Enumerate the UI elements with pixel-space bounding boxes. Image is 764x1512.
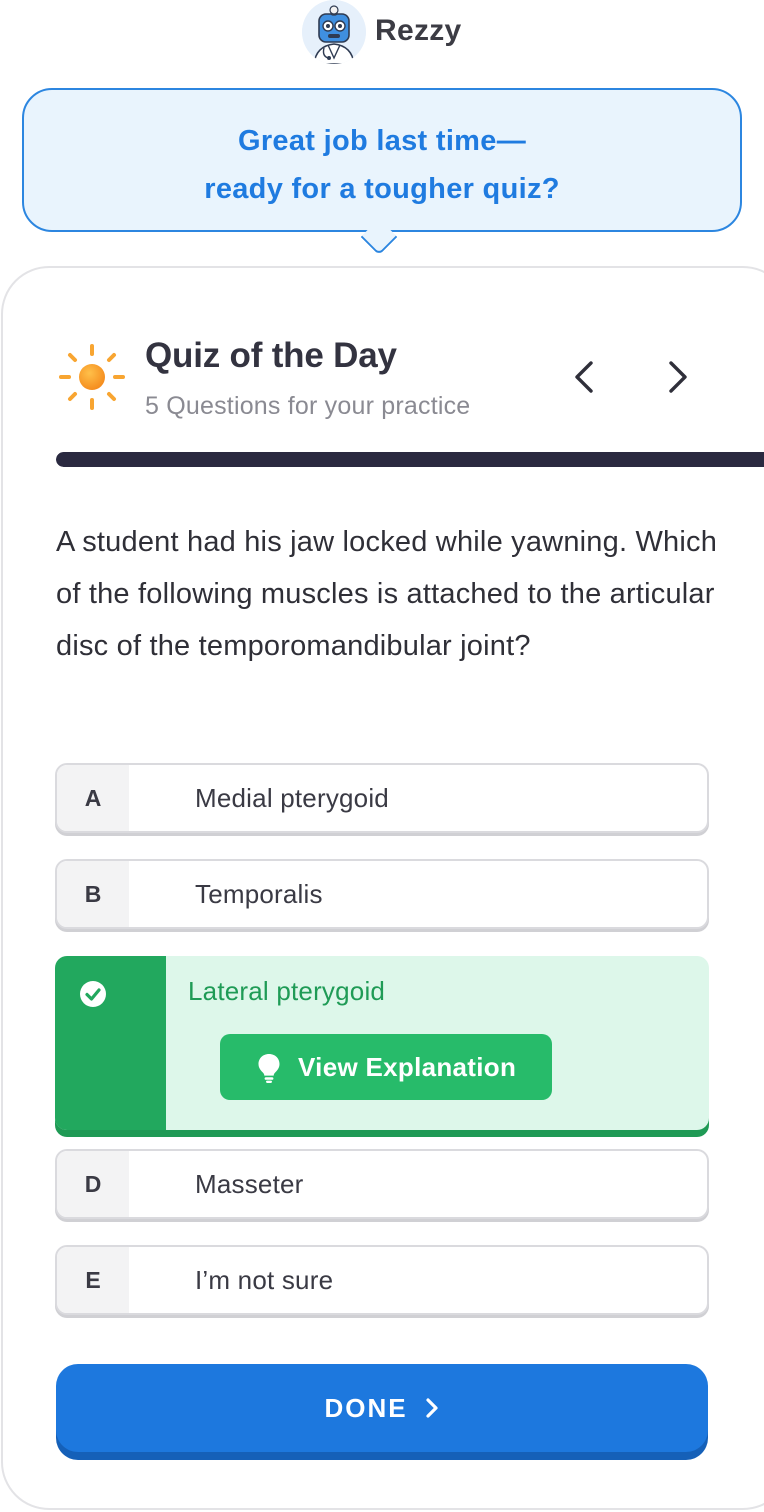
quiz-progress-fill <box>56 452 764 467</box>
bubble-line-1: Great job last time— <box>237 125 526 157</box>
done-button[interactable]: DONE <box>56 1364 708 1452</box>
mascot-speech-bubble: Great job last time— ready for a tougher… <box>22 88 742 232</box>
chevron-right-icon <box>425 1398 438 1418</box>
correct-indicator-strip <box>55 956 166 1130</box>
option-letter: E <box>57 1247 129 1313</box>
next-question-button[interactable] <box>656 355 700 399</box>
option-c-correct[interactable]: Lateral pterygoid View Explanation <box>55 956 709 1130</box>
option-letter: A <box>57 765 129 831</box>
chevron-left-icon <box>575 361 593 393</box>
option-d[interactable]: D Masseter <box>55 1149 709 1219</box>
quiz-progress-bar <box>56 452 764 467</box>
check-circle-icon <box>80 981 106 1007</box>
view-explanation-label: View Explanation <box>298 1051 517 1082</box>
option-label: Temporalis <box>195 878 323 909</box>
previous-question-button[interactable] <box>562 355 606 399</box>
option-label: Medial pterygoid <box>195 782 389 813</box>
bubble-line-2: ready for a tougher quiz? <box>204 173 560 205</box>
question-text: A student had his jaw locked while yawni… <box>56 526 718 662</box>
brand-name: Rezzy <box>375 14 462 47</box>
done-label: DONE <box>324 1392 408 1423</box>
chevron-right-icon <box>669 361 687 393</box>
app-header: Rezzy <box>0 0 764 70</box>
option-letter: B <box>57 861 129 927</box>
option-letter: D <box>57 1151 129 1217</box>
option-e[interactable]: E I’m not sure <box>55 1245 709 1315</box>
lightbulb-icon <box>258 1054 280 1083</box>
sun-icon <box>58 343 126 411</box>
quiz-title: Quiz of the Day <box>145 336 397 375</box>
view-explanation-button[interactable]: View Explanation <box>220 1034 552 1100</box>
doctor-robot-mascot-icon <box>302 0 366 64</box>
option-b[interactable]: B Temporalis <box>55 859 709 929</box>
quiz-subtitle: 5 Questions for your practice <box>145 392 471 420</box>
option-label: Lateral pterygoid <box>188 976 386 1006</box>
option-a[interactable]: A Medial pterygoid <box>55 763 709 833</box>
option-label: Masseter <box>195 1168 304 1199</box>
option-label: I’m not sure <box>195 1264 334 1295</box>
